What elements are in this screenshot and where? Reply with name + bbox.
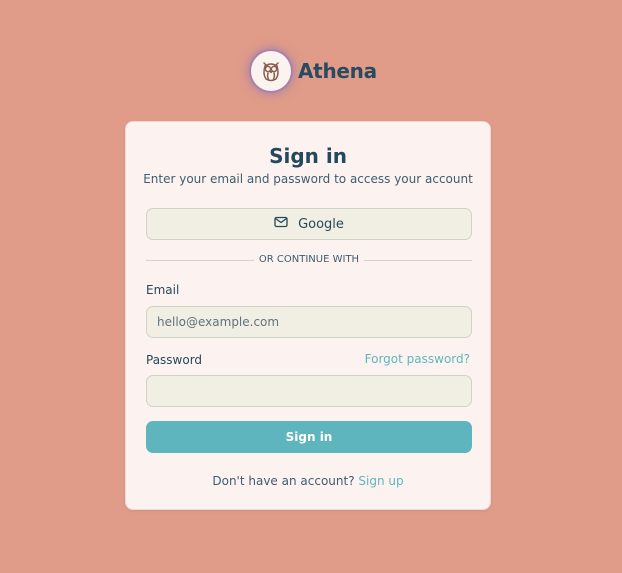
brand: Athena	[251, 51, 377, 91]
page-title: Sign in	[269, 144, 347, 168]
password-label: Password	[146, 353, 203, 367]
brand-name: Athena	[298, 59, 377, 83]
divider-text: OR CONTINUE WITH	[258, 254, 360, 265]
forgot-password-link[interactable]: Forgot password?	[365, 352, 470, 366]
google-button-label: Google	[298, 216, 344, 232]
password-field[interactable]	[146, 375, 472, 407]
email-label: Email	[146, 283, 180, 297]
signin-button[interactable]: Sign in	[146, 421, 472, 453]
signin-card: Sign in Enter your email and password to…	[125, 121, 491, 510]
signup-link[interactable]: Sign up	[358, 474, 403, 488]
owl-icon	[251, 51, 291, 91]
page-subtitle: Enter your email and password to access …	[143, 172, 473, 186]
signup-prompt: Don't have an account? Sign up	[126, 474, 490, 488]
signup-prompt-text: Don't have an account?	[212, 474, 355, 488]
mail-icon	[274, 216, 288, 232]
google-signin-button[interactable]: Google	[146, 208, 472, 240]
email-field[interactable]	[146, 306, 472, 338]
divider: OR CONTINUE WITH	[146, 253, 472, 267]
